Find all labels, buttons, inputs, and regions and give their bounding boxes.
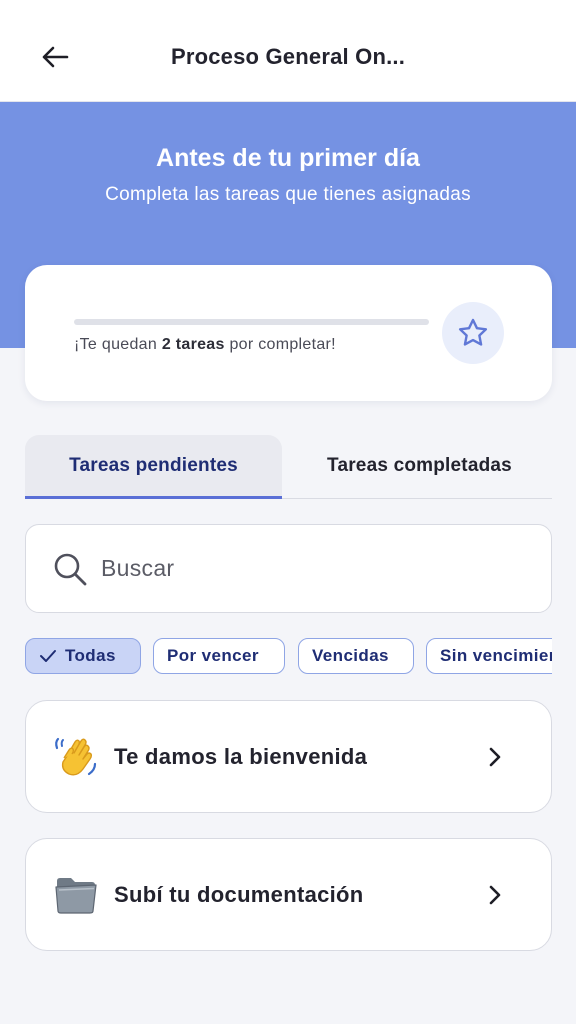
chevron-right-icon bbox=[485, 885, 505, 905]
progress-card: ¡Te quedan 2 tareas por completar! bbox=[25, 265, 552, 401]
filter-chip-label: Sin vencimiento bbox=[440, 646, 552, 665]
folder-icon bbox=[53, 872, 99, 918]
star-badge bbox=[442, 302, 504, 364]
filter-chip-todas[interactable]: Todas bbox=[25, 638, 141, 674]
tab-completed-tasks[interactable]: Tareas completadas bbox=[287, 435, 552, 497]
waving-hand-icon bbox=[53, 734, 99, 780]
chevron-right-icon bbox=[485, 747, 505, 767]
filter-chip-label: Vencidas bbox=[312, 646, 389, 665]
progress-bar bbox=[74, 319, 429, 325]
search-icon bbox=[54, 553, 87, 585]
hero-subtitle: Completa las tareas que tienes asignadas bbox=[105, 184, 471, 205]
filter-chip-por-vencer[interactable]: Por vencer bbox=[153, 638, 285, 674]
task-label: Te damos la bienvenida bbox=[114, 743, 368, 769]
filter-chips: Todas Por vencer Vencidas Sin vencimient… bbox=[25, 638, 552, 676]
filter-chip-label: Por vencer bbox=[167, 646, 259, 665]
hero-title: Antes de tu primer día bbox=[156, 144, 420, 172]
check-icon bbox=[39, 649, 57, 663]
filter-chip-label: Todas bbox=[65, 646, 116, 665]
search-placeholder: Buscar bbox=[101, 555, 175, 581]
remaining-tasks-text: ¡Te quedan 2 tareas por completar! bbox=[74, 336, 336, 353]
search-input[interactable]: Buscar bbox=[25, 524, 552, 613]
filter-chip-sin-vencimiento[interactable]: Sin vencimiento bbox=[426, 638, 552, 674]
filter-chip-vencidas[interactable]: Vencidas bbox=[298, 638, 414, 674]
star-icon bbox=[458, 318, 488, 346]
task-label: Subí tu documentación bbox=[114, 881, 364, 907]
tab-pending-tasks[interactable]: Tareas pendientes bbox=[25, 435, 282, 499]
page-title: Proceso General On... bbox=[170, 44, 406, 69]
task-card-documentacion[interactable]: Subí tu documentación bbox=[25, 838, 552, 951]
task-card-bienvenida[interactable]: Te damos la bienvenida bbox=[25, 700, 552, 813]
task-tabs: Tareas pendientes Tareas completadas bbox=[25, 435, 552, 499]
top-bar: Proceso General On... bbox=[0, 0, 576, 102]
remaining-tasks-count: 2 tareas bbox=[161, 336, 225, 353]
